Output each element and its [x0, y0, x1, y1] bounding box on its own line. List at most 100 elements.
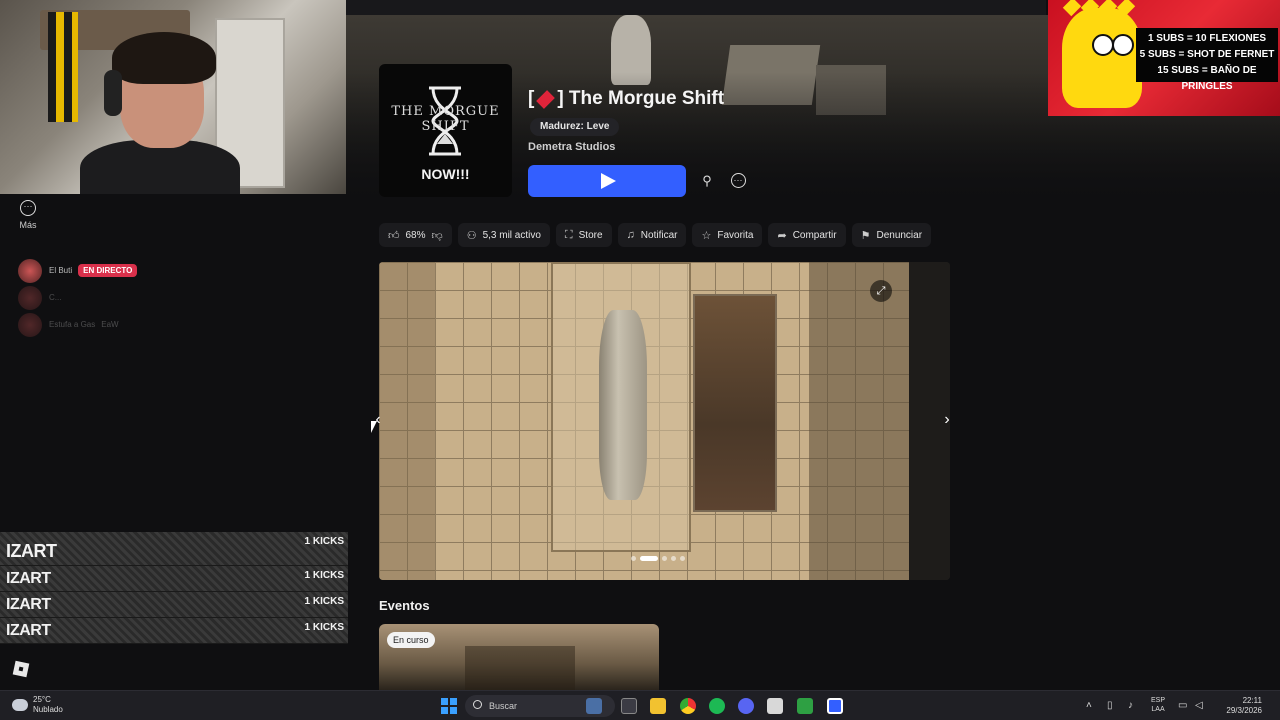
- kicks-count: 1 KICKS: [304, 622, 344, 633]
- store-button[interactable]: ⛶ Store: [555, 223, 612, 247]
- notify-button[interactable]: ♫ Notificar: [617, 223, 687, 247]
- more-menu-button[interactable]: ··· Más: [8, 200, 48, 230]
- friend-avatar: [18, 312, 42, 337]
- bart-spike: [1062, 0, 1082, 17]
- party-button[interactable]: ⚲: [695, 169, 719, 193]
- mouse-cursor: [371, 421, 377, 433]
- favorite-button[interactable]: ☆ Favorita: [692, 223, 763, 247]
- kick-app-icon[interactable]: [797, 698, 813, 714]
- game-stats-bar: 👍︎ 68% 👎︎ ⚇ 5,3 mil activo ⛶ Store ♫ Not…: [379, 223, 932, 247]
- carousel-dot[interactable]: [671, 556, 676, 561]
- flag-icon: ⚑: [860, 229, 871, 242]
- carousel-indicators: [631, 556, 685, 561]
- thumbs-up-icon[interactable]: 👍︎: [388, 229, 400, 242]
- kicks-ticker: IZART 1 KICKS IZART 1 KICKS IZART 1 KICK…: [0, 532, 348, 644]
- spotify-icon[interactable]: [709, 698, 725, 714]
- thumbs-down-icon[interactable]: 👎︎: [432, 229, 443, 242]
- kicks-row: IZART 1 KICKS: [0, 618, 348, 644]
- studio-link[interactable]: Demetra Studios: [528, 141, 615, 153]
- task-view-icon[interactable]: [621, 698, 637, 714]
- maturity-badge[interactable]: Madurez: Leve: [530, 118, 620, 136]
- chevron-right-icon[interactable]: ›: [937, 410, 957, 430]
- carousel-image: [379, 262, 909, 580]
- cloud-icon: [12, 699, 28, 711]
- kicks-count: 1 KICKS: [304, 570, 344, 581]
- friend-item[interactable]: El Buti EN DIRECTO: [18, 257, 338, 284]
- carousel-dot[interactable]: [640, 556, 658, 561]
- goal-line: 15 SUBS = BAÑO DE PRINGLES: [1157, 65, 1257, 92]
- roblox-logo-icon[interactable]: [12, 660, 30, 678]
- chrome-icon[interactable]: [680, 698, 696, 714]
- person-plus-icon: ⚲: [702, 173, 712, 188]
- event-card[interactable]: En curso: [379, 624, 659, 690]
- ellipsis-icon: ···: [730, 173, 746, 188]
- carousel-dot[interactable]: [631, 556, 636, 561]
- lang-code: ESP: [1151, 697, 1166, 704]
- play-button[interactable]: [528, 165, 686, 197]
- mascot-app-icon[interactable]: [586, 698, 602, 714]
- game-title-text: ] The Morgue Shift: [557, 88, 725, 109]
- kicks-row: IZART 1 KICKS: [0, 532, 348, 566]
- weather-condition: Nublado: [33, 705, 63, 714]
- red-diamond-icon: [536, 89, 556, 109]
- game-title-prefix: [: [528, 88, 535, 109]
- bell-icon: ♫: [626, 229, 635, 241]
- system-clock[interactable]: 22:11 29/3/2026: [1218, 696, 1262, 716]
- friend-item[interactable]: Estufa a Gas EaW: [18, 311, 338, 338]
- favorite-label: Favorita: [717, 229, 754, 241]
- roblox-taskbar-icon[interactable]: [827, 698, 843, 714]
- network-icon[interactable]: ▭: [1178, 700, 1187, 711]
- file-explorer-icon[interactable]: [650, 698, 666, 714]
- bag-icon: ⛶: [564, 228, 573, 241]
- top-bar: [346, 0, 1046, 15]
- usb-icon[interactable]: ▯: [1107, 700, 1113, 711]
- volume-icon[interactable]: ◁: [1195, 700, 1203, 711]
- game-title: [ ] The Morgue Shift: [528, 88, 724, 110]
- chevron-up-icon[interactable]: ˄: [1086, 700, 1092, 711]
- report-button[interactable]: ⚑ Denunciar: [851, 223, 932, 247]
- friend-name: Estufa a Gas: [49, 320, 96, 329]
- discord-icon[interactable]: [738, 698, 754, 714]
- windows-taskbar: 25°C Nublado Buscar ˄ ▯ ♪ ESP LAA ▭ ◁ 22…: [0, 690, 1280, 720]
- store-label: Store: [578, 229, 603, 241]
- people-icon: ⚇: [466, 229, 477, 242]
- webcam-person-body: [80, 140, 240, 194]
- report-label: Denunciar: [876, 229, 923, 241]
- goals-text: 1 SUBS = 10 FLEXIONES 5 SUBS = SHOT DE F…: [1136, 28, 1278, 92]
- share-button[interactable]: ➦ Compartir: [768, 223, 846, 247]
- star-icon: ☆: [701, 229, 712, 242]
- active-players-value: 5,3 mil activo: [482, 229, 541, 241]
- friend-name: El Buti: [49, 266, 73, 275]
- screenshot-carousel[interactable]: [379, 262, 950, 580]
- microphone-icon[interactable]: ♪: [1128, 700, 1133, 711]
- active-players-chip: ⚇ 5,3 mil activo: [457, 223, 550, 247]
- webcam-flag: [48, 12, 78, 122]
- roblox-app: ··· Más El Buti EN DIRECTO C... Estufa a…: [0, 0, 1280, 690]
- more-options-button[interactable]: ···: [726, 169, 750, 193]
- language-indicator[interactable]: ESP LAA: [1151, 696, 1165, 714]
- obs-icon[interactable]: [767, 698, 783, 714]
- carousel-dot[interactable]: [680, 556, 685, 561]
- weather-widget[interactable]: 25°C Nublado: [12, 695, 63, 715]
- event-status-badge: En curso: [387, 632, 435, 648]
- layout-code: LAA: [1151, 706, 1165, 713]
- rating-chip[interactable]: 👍︎ 68% 👎︎: [379, 223, 452, 247]
- goal-line: 5 SUBS = SHOT DE FERNET: [1139, 49, 1275, 60]
- image-door: [693, 294, 777, 512]
- game-thumbnail: THE MORGUE SHIFT NOW!!!: [379, 64, 512, 197]
- more-icon: ···: [20, 200, 36, 216]
- expand-icon[interactable]: ⤢: [870, 280, 892, 302]
- thumbnail-caption: NOW!!!: [421, 166, 470, 182]
- windows-start-icon[interactable]: [441, 698, 457, 714]
- kicks-row: IZART 1 KICKS: [0, 592, 348, 618]
- friend-avatar: [18, 258, 42, 283]
- friend-item[interactable]: C...: [18, 284, 338, 311]
- webcam-headset: [104, 70, 122, 116]
- rating-value: 68%: [405, 229, 426, 241]
- kicks-row: IZART 1 KICKS: [0, 566, 348, 592]
- kicks-user: IZART: [6, 570, 51, 587]
- events-heading: Eventos: [379, 598, 430, 613]
- carousel-dot[interactable]: [662, 556, 667, 561]
- share-arrow-icon: ➦: [777, 229, 787, 242]
- image-wall-right: [809, 262, 909, 580]
